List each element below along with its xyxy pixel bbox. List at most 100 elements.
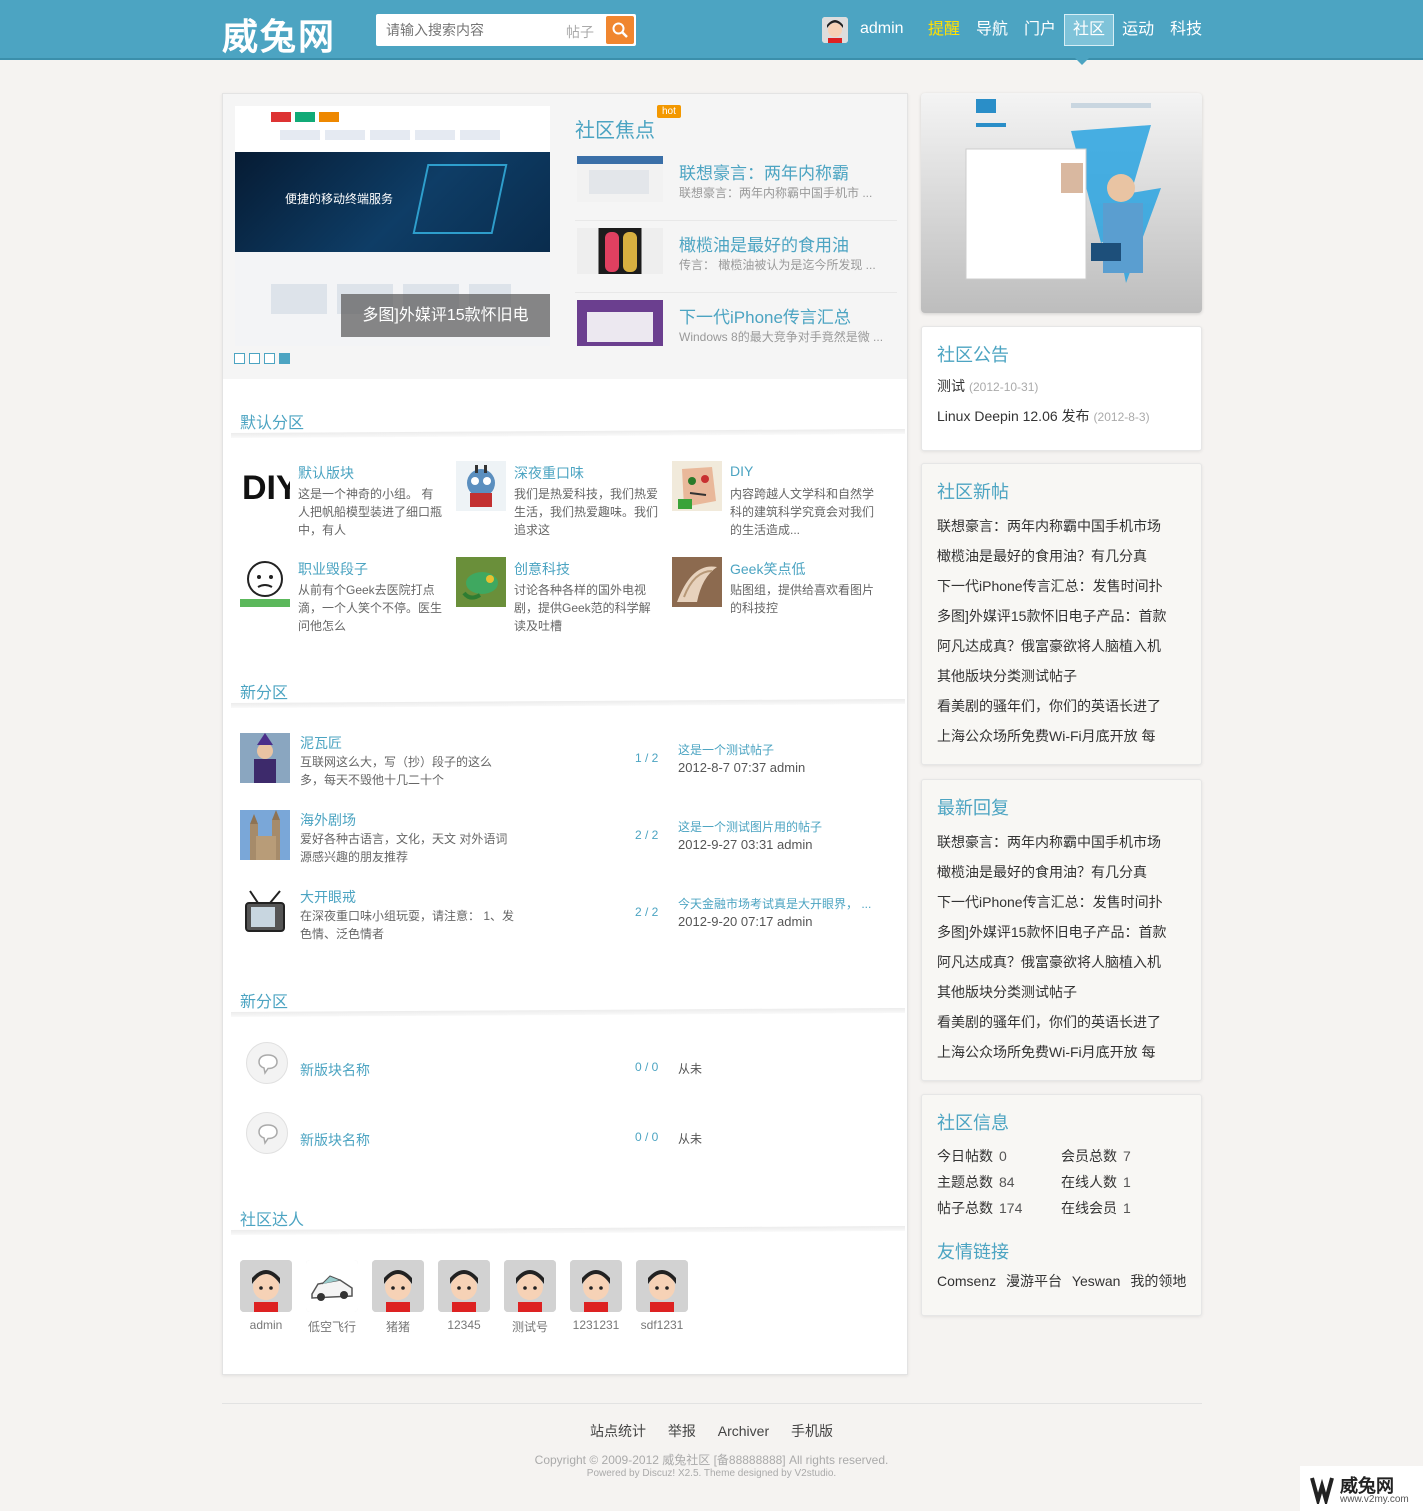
reply-link[interactable]: 多图]外媒评15款怀旧电子产品：首款 — [937, 917, 1192, 947]
nav-tech[interactable]: 科技 — [1162, 14, 1210, 46]
slide-dot-3[interactable] — [264, 353, 275, 364]
reply-link[interactable]: 其他版块分类测试帖子 — [937, 977, 1192, 1007]
focus-thumb[interactable] — [577, 228, 663, 274]
site-logo[interactable]: 威兔网 — [222, 8, 336, 60]
forum-card[interactable]: 创意科技 讨论各种各样的国外电视剧，提供Geek范的科学解读及吐槽 — [456, 557, 666, 647]
search-button[interactable] — [606, 16, 634, 44]
focus-item[interactable]: 橄榄油是最好的食用油 传言： 橄榄油被认为是迄今所发现 ... — [575, 221, 897, 293]
new-post-link[interactable]: 联想豪言：两年内称霸中国手机市场 — [937, 511, 1192, 541]
section-title-new-zone[interactable]: 新分区 — [240, 679, 288, 703]
expert-item[interactable]: 测试号 — [504, 1260, 556, 1335]
expert-avatar[interactable] — [306, 1260, 358, 1312]
slide-dot-1[interactable] — [234, 353, 245, 364]
search-scope-select[interactable]: 帖子 — [566, 22, 594, 42]
expert-item[interactable]: sdf1231 — [636, 1260, 688, 1335]
forum-card[interactable]: DIY 默认版块 这是一个神奇的小组。 有人把帆船模型装进了细口瓶中，有人 — [240, 461, 450, 551]
notice-text[interactable]: Linux Deepin 12.06 发布 — [937, 408, 1090, 424]
slide-caption[interactable]: 多图]外媒评15款怀旧电 — [341, 294, 550, 337]
forum-icon[interactable]: DIY — [240, 461, 299, 511]
forum-name[interactable]: 大开眼戒 — [300, 887, 356, 907]
forum-name[interactable]: DIY — [730, 463, 753, 479]
new-post-link[interactable]: 橄榄油是最好的食用油？有几分真 — [937, 541, 1192, 571]
expert-avatar[interactable] — [438, 1260, 490, 1312]
expert-avatar[interactable] — [240, 1260, 292, 1312]
forum-icon[interactable] — [240, 557, 290, 607]
friend-link[interactable]: Yeswan — [1072, 1273, 1121, 1289]
nav-portal[interactable]: 门户 — [1016, 14, 1064, 46]
focus-item-title[interactable]: 联想豪言：两年内称霸 — [679, 159, 849, 184]
notice-item[interactable]: Linux Deepin 12.06 发布 (2012-8-3) — [937, 401, 1192, 431]
new-post-link[interactable]: 下一代iPhone传言汇总：发售时间扑 — [937, 571, 1192, 601]
expert-name[interactable]: 猪猪 — [372, 1318, 424, 1335]
friend-link[interactable]: 漫游平台 — [1006, 1273, 1062, 1289]
focus-item[interactable]: 联想豪言：两年内称霸 联想豪言：两年内称霸中国手机市 ... — [575, 149, 897, 221]
username-link[interactable]: admin — [860, 20, 904, 38]
forum-icon[interactable] — [240, 810, 290, 860]
last-post-link[interactable]: 今天金融市场考试真是大开眼界， ... — [678, 895, 871, 912]
new-post-link[interactable]: 上海公众场所免费Wi-Fi月底开放 每 — [937, 721, 1192, 751]
footer-link-report[interactable]: 举报 — [668, 1423, 696, 1439]
forum-icon[interactable] — [240, 887, 290, 937]
expert-name[interactable]: 测试号 — [504, 1318, 556, 1335]
expert-avatar[interactable] — [570, 1260, 622, 1312]
forum-name[interactable]: 泥瓦匠 — [300, 733, 342, 753]
nav-sports[interactable]: 运动 — [1114, 14, 1162, 46]
new-post-link[interactable]: 其他版块分类测试帖子 — [937, 661, 1192, 691]
expert-name[interactable]: admin — [240, 1318, 292, 1332]
reply-link[interactable]: 上海公众场所免费Wi-Fi月底开放 每 — [937, 1037, 1192, 1067]
reply-link[interactable]: 阿凡达成真？俄富豪欲将人脑植入机 — [937, 947, 1192, 977]
expert-avatar[interactable] — [372, 1260, 424, 1312]
forum-default-icon[interactable] — [246, 1042, 288, 1084]
expert-avatar[interactable] — [636, 1260, 688, 1312]
nav-community[interactable]: 社区 — [1064, 14, 1115, 46]
forum-default-icon[interactable] — [246, 1112, 288, 1154]
expert-name[interactable]: 12345 — [438, 1318, 490, 1332]
expert-name[interactable]: 低空飞行 — [306, 1318, 358, 1335]
notice-text[interactable]: 测试 — [937, 378, 965, 394]
forum-card[interactable]: 深夜重口味 我们是热爱科技，我们热爱生活，我们热爱趣味。我们追求这 — [456, 461, 666, 551]
reply-link[interactable]: 联想豪言：两年内称霸中国手机市场 — [937, 827, 1192, 857]
expert-item[interactable]: 猪猪 — [372, 1260, 424, 1335]
section-title-default[interactable]: 默认分区 — [240, 409, 304, 433]
forum-name[interactable]: 深夜重口味 — [514, 463, 584, 483]
new-post-link[interactable]: 阿凡达成真？俄富豪欲将人脑植入机 — [937, 631, 1192, 661]
focus-item-title[interactable]: 橄榄油是最好的食用油 — [679, 231, 849, 256]
forum-name[interactable]: 职业毁段子 — [298, 559, 368, 579]
user-avatar[interactable] — [822, 17, 848, 43]
forum-name[interactable]: 创意科技 — [514, 559, 570, 579]
friend-link[interactable]: 我的领地 — [1130, 1273, 1186, 1289]
focus-item-title[interactable]: 下一代iPhone传言汇总 — [679, 303, 851, 328]
focus-thumb[interactable] — [577, 156, 663, 202]
forum-name[interactable]: 新版块名称 — [300, 1130, 370, 1150]
expert-item[interactable]: 12345 — [438, 1260, 490, 1335]
new-post-link[interactable]: 看美剧的骚年们，你们的英语长进了 — [937, 691, 1192, 721]
forum-icon[interactable] — [456, 557, 506, 607]
slide-dot-2[interactable] — [249, 353, 260, 364]
footer-link-stats[interactable]: 站点统计 — [590, 1423, 646, 1439]
forum-icon[interactable] — [672, 557, 722, 607]
reply-link[interactable]: 下一代iPhone传言汇总：发售时间扑 — [937, 887, 1192, 917]
search-input[interactable] — [376, 14, 556, 46]
new-post-link[interactable]: 多图]外媒评15款怀旧电子产品：首款 — [937, 601, 1192, 631]
focus-thumb[interactable] — [577, 300, 663, 346]
expert-item[interactable]: admin — [240, 1260, 292, 1335]
footer-link-mobile[interactable]: 手机版 — [791, 1423, 833, 1439]
forum-icon[interactable] — [672, 461, 722, 511]
forum-card[interactable]: Geek笑点低 贴图组，提供给喜欢看图片的科技控 — [672, 557, 882, 647]
section-title-new-zone[interactable]: 新分区 — [240, 988, 288, 1012]
forum-name[interactable]: 默认版块 — [298, 463, 354, 483]
friend-link[interactable]: Comsenz — [937, 1273, 996, 1289]
reply-link[interactable]: 看美剧的骚年们，你们的英语长进了 — [937, 1007, 1192, 1037]
expert-avatar[interactable] — [504, 1260, 556, 1312]
expert-item[interactable]: 1231231 — [570, 1260, 622, 1335]
expert-item[interactable]: 低空飞行 — [306, 1260, 358, 1335]
last-post-link[interactable]: 这是一个测试图片用的帖子 — [678, 818, 822, 835]
forum-icon[interactable] — [456, 461, 506, 511]
nav-reminder[interactable]: 提醒 — [920, 14, 968, 46]
forum-card[interactable]: DIY 内容跨越人文学科和自然学科的建筑科学究竟会对我们的生活造成... — [672, 461, 882, 551]
footer-link-archiver[interactable]: Archiver — [718, 1423, 769, 1439]
forum-name[interactable]: 新版块名称 — [300, 1060, 370, 1080]
sidebar-ad-banner[interactable] — [921, 93, 1202, 313]
forum-card[interactable]: 职业毁段子 从前有个Geek去医院打点滴，一个人笑个不停。医生问他怎么 — [240, 557, 450, 647]
slide-dot-4[interactable] — [279, 353, 290, 364]
